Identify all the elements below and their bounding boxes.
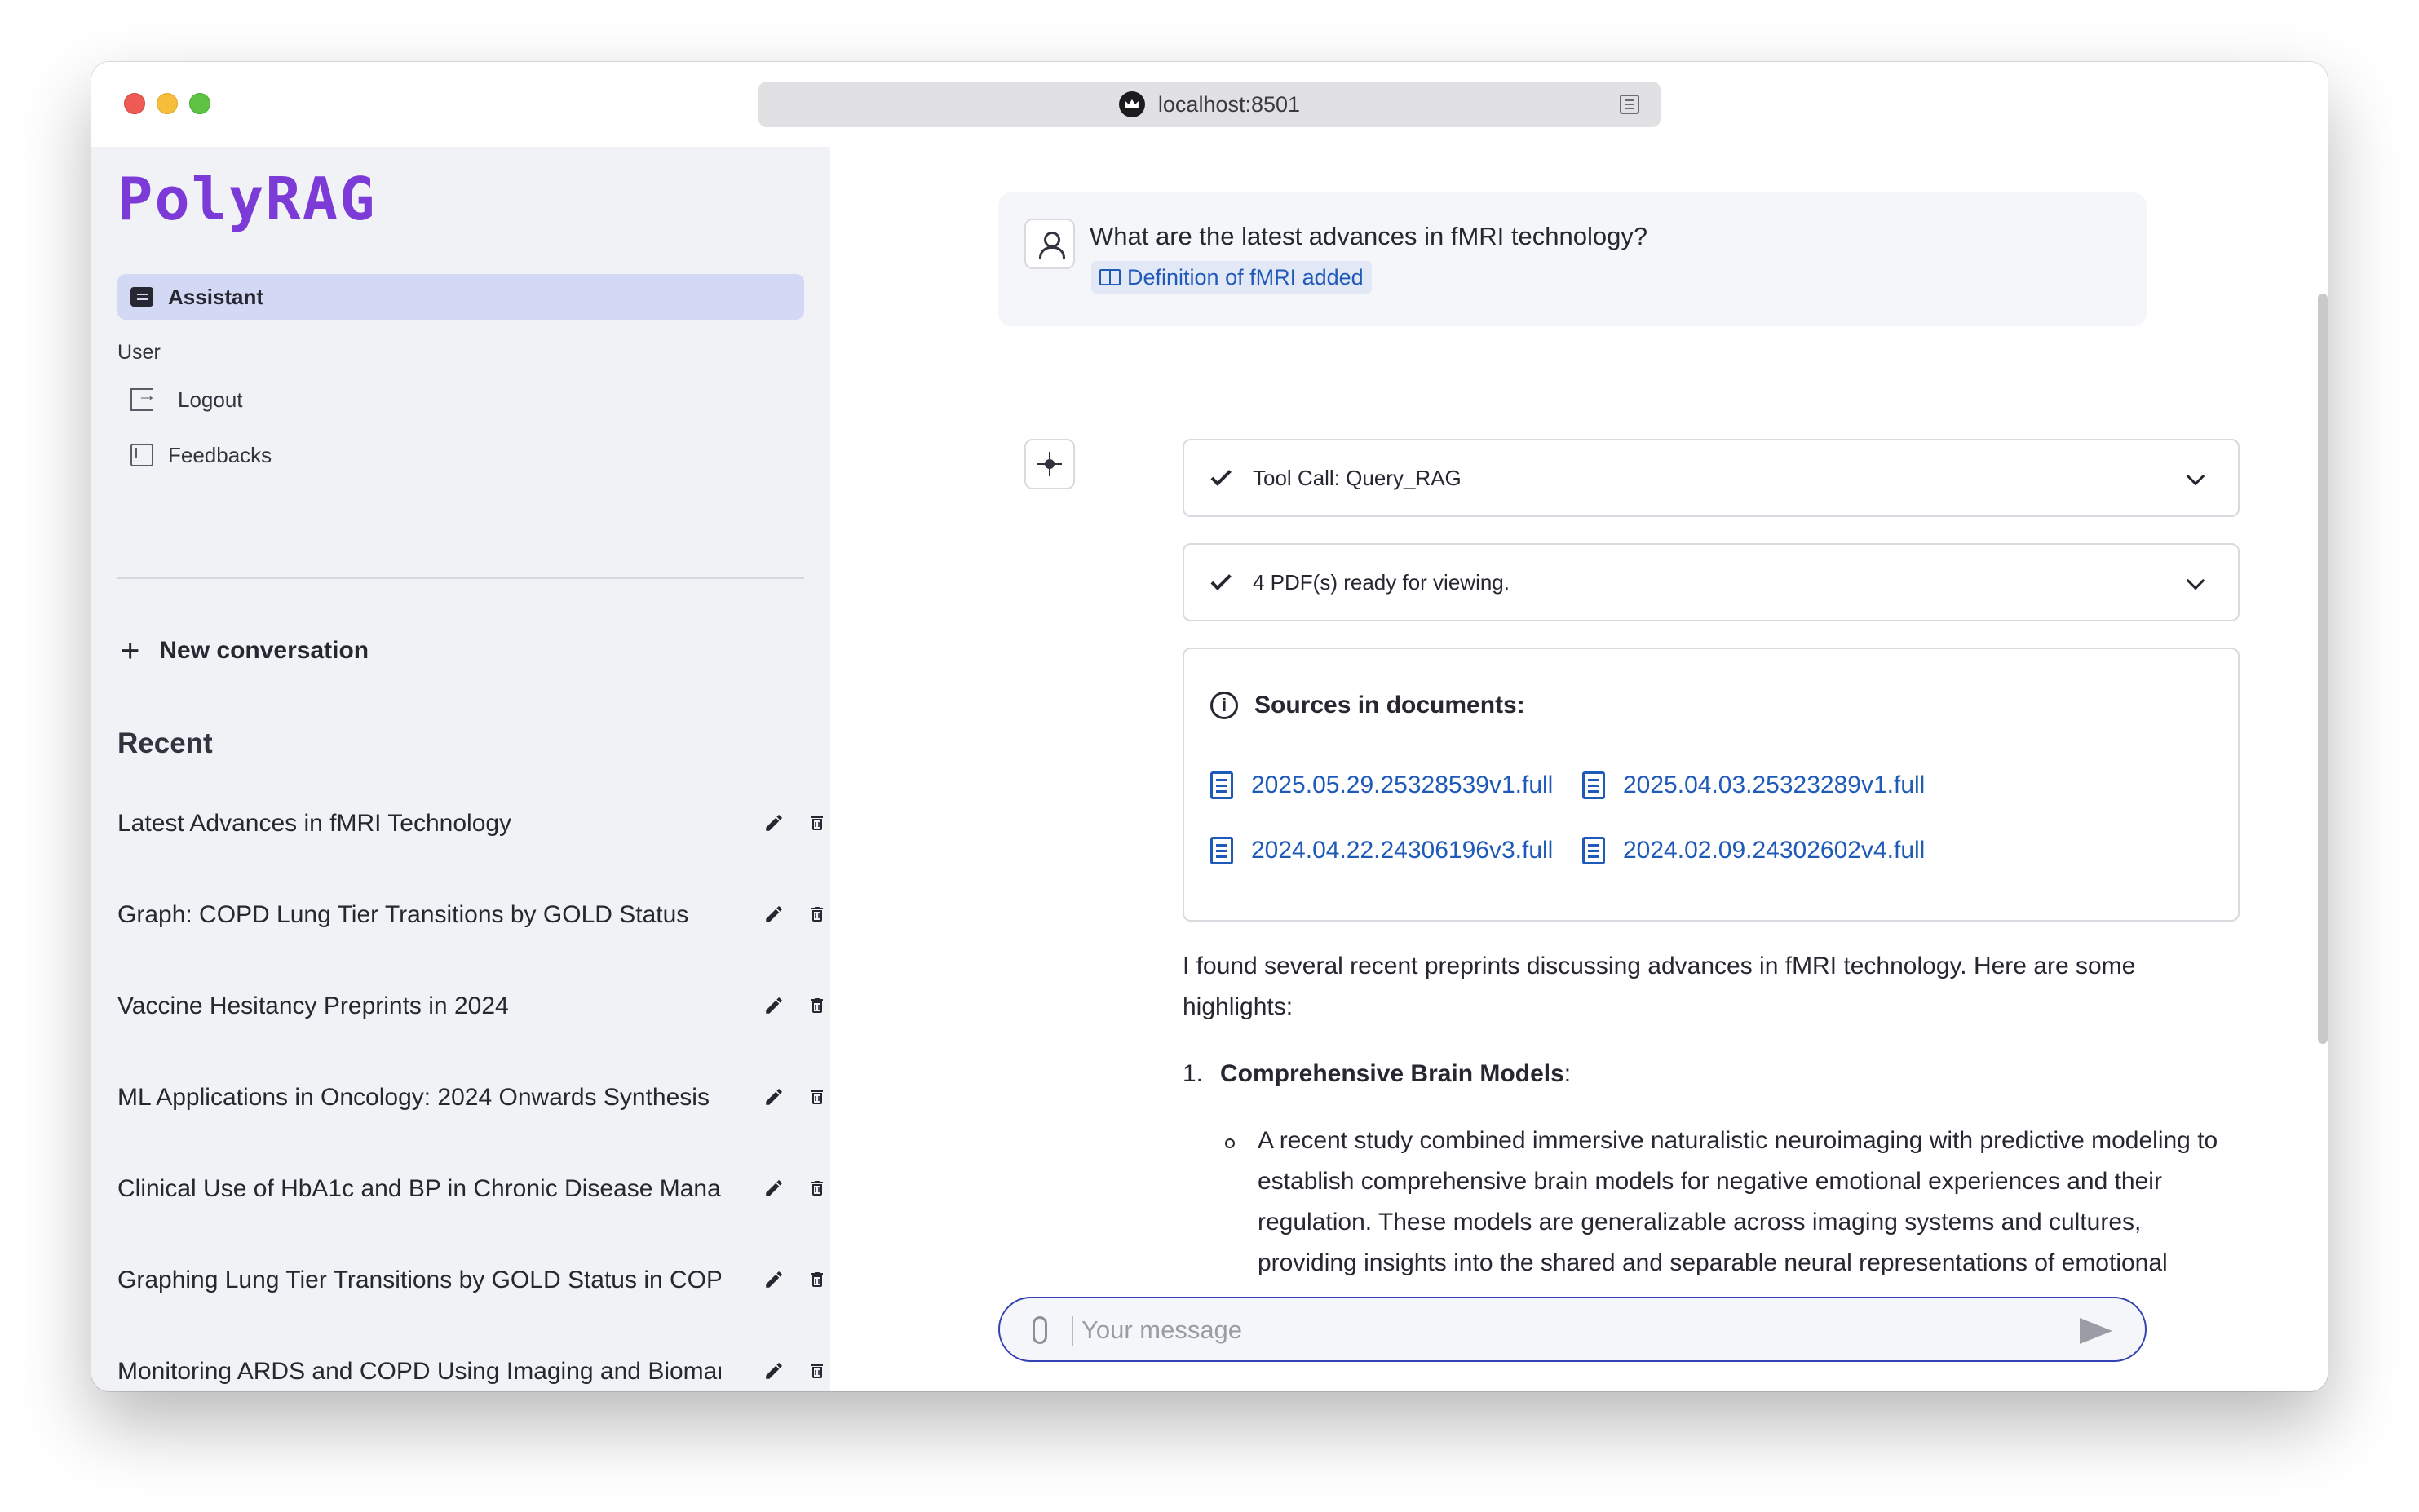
nav-item-feedbacks[interactable]: Feedbacks bbox=[130, 435, 799, 475]
conversation-item[interactable]: Monitoring ARDS and COPD Using Imaging a… bbox=[117, 1347, 830, 1391]
conversation-title: ML Applications in Oncology: 2024 Onward… bbox=[117, 1084, 710, 1111]
edit-icon[interactable] bbox=[763, 1269, 785, 1290]
conversation-item[interactable]: Clinical Use of HbA1c and BP in Chronic … bbox=[117, 1165, 830, 1214]
reader-mode-icon[interactable] bbox=[1620, 95, 1639, 114]
conversation-item[interactable]: Vaccine Hesitancy Preprints in 2024 bbox=[117, 982, 830, 1031]
nav-item-label: Logout bbox=[178, 387, 243, 412]
paperclip-icon[interactable] bbox=[1033, 1316, 1047, 1344]
conversation-title: Clinical Use of HbA1c and BP in Chronic … bbox=[117, 1175, 721, 1202]
minimize-window-button[interactable] bbox=[157, 93, 178, 114]
conversation-item[interactable]: Graphing Lung Tier Transitions by GOLD S… bbox=[117, 1256, 830, 1305]
trash-icon[interactable] bbox=[807, 1360, 827, 1382]
browser-window: localhost:8501 PolyRAG Assistant User Lo… bbox=[91, 62, 2328, 1391]
message-input[interactable] bbox=[1081, 1310, 2044, 1351]
close-window-button[interactable] bbox=[124, 93, 145, 114]
input-separator bbox=[1072, 1316, 1073, 1346]
conversation-title: Latest Advances in fMRI Technology bbox=[117, 810, 512, 837]
trash-icon[interactable] bbox=[807, 1086, 827, 1107]
title-bar: localhost:8501 bbox=[91, 62, 2328, 147]
bullet-marker bbox=[1225, 1138, 1235, 1148]
recent-heading: Recent bbox=[117, 727, 213, 759]
conversation-title: Vaccine Hesitancy Preprints in 2024 bbox=[117, 993, 509, 1019]
conversation-item[interactable]: Graph: COPD Lung Tier Transitions by GOL… bbox=[117, 891, 830, 939]
edit-icon[interactable] bbox=[763, 812, 785, 833]
nav-item-assistant[interactable]: Assistant bbox=[117, 274, 804, 320]
answer-intro: I found several recent preprints discuss… bbox=[1183, 953, 2136, 1020]
address-bar[interactable]: localhost:8501 bbox=[758, 82, 1661, 127]
chat-input-bar bbox=[998, 1297, 2147, 1362]
new-conversation-button[interactable]: + New conversation bbox=[121, 633, 369, 669]
sidebar-divider bbox=[117, 577, 804, 579]
conversation-title: Graph: COPD Lung Tier Transitions by GOL… bbox=[117, 901, 689, 928]
trash-icon[interactable] bbox=[807, 812, 827, 833]
trash-icon[interactable] bbox=[807, 904, 827, 925]
new-conversation-label: New conversation bbox=[159, 637, 369, 664]
edit-icon[interactable] bbox=[763, 1360, 785, 1382]
trash-icon[interactable] bbox=[807, 1178, 827, 1199]
edit-icon[interactable] bbox=[763, 1086, 785, 1107]
send-icon[interactable] bbox=[2080, 1318, 2112, 1344]
chat-icon bbox=[130, 287, 153, 307]
list-heading-bold: Comprehensive Brain Models bbox=[1220, 1060, 1564, 1087]
conversation-title: Graphing Lung Tier Transitions by GOLD S… bbox=[117, 1267, 721, 1293]
bullet-text: A recent study combined immersive natura… bbox=[1258, 1127, 2218, 1275]
edit-icon[interactable] bbox=[763, 1178, 785, 1199]
conversation-item[interactable]: ML Applications in Oncology: 2024 Onward… bbox=[117, 1073, 830, 1122]
list-heading-suffix: : bbox=[1563, 1060, 1572, 1087]
edit-icon[interactable] bbox=[763, 995, 785, 1016]
conversation-title: Monitoring ARDS and COPD Using Imaging a… bbox=[117, 1358, 721, 1385]
trash-icon[interactable] bbox=[807, 1269, 827, 1290]
nav-item-label: Feedbacks bbox=[168, 442, 272, 467]
zoom-window-button[interactable] bbox=[189, 93, 210, 114]
sidebar: PolyRAG Assistant User Logout Feedbacks … bbox=[91, 147, 830, 1391]
conversation-item[interactable]: Latest Advances in fMRI Technology bbox=[117, 799, 830, 848]
logout-icon bbox=[130, 384, 157, 411]
trash-icon[interactable] bbox=[807, 995, 827, 1016]
feedback-icon bbox=[130, 444, 153, 466]
url-text: localhost:8501 bbox=[1157, 91, 1301, 117]
list-number: 1. bbox=[1183, 1060, 1204, 1087]
nav-item-label: Assistant bbox=[168, 284, 264, 309]
edit-icon[interactable] bbox=[763, 904, 785, 925]
streamlit-site-icon bbox=[1118, 91, 1145, 117]
section-label-user: User bbox=[117, 341, 161, 364]
chat-main-area: What are the latest advances in fMRI tec… bbox=[830, 147, 2328, 1391]
list-heading: Comprehensive Brain Models: bbox=[1220, 1054, 1571, 1094]
nav-item-logout[interactable]: Logout bbox=[130, 380, 799, 419]
app-logo: PolyRAG bbox=[117, 165, 377, 233]
assistant-answer: I found several recent preprints discuss… bbox=[830, 147, 2328, 1275]
plus-icon: + bbox=[121, 633, 140, 669]
